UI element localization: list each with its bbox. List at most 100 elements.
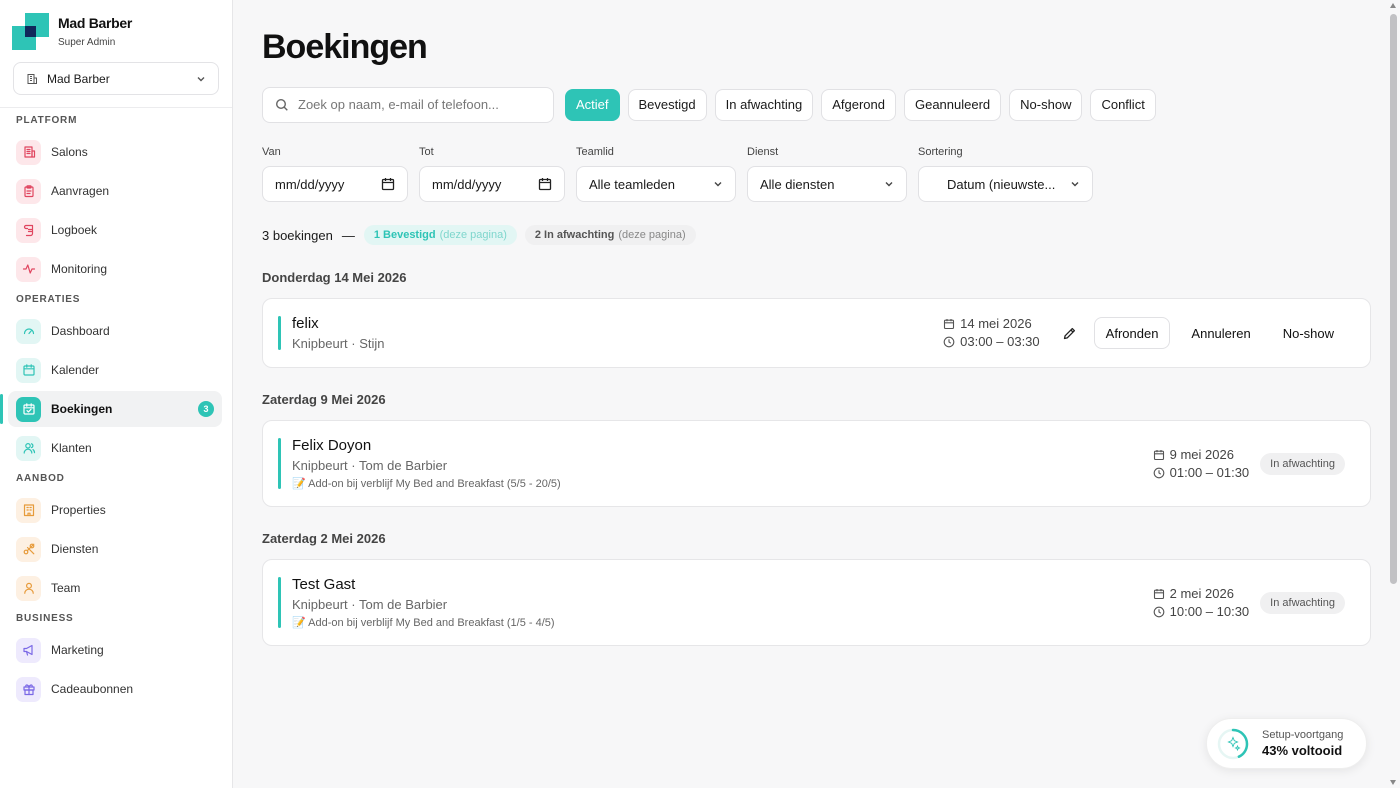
brand-logo <box>12 12 49 50</box>
confirmed-count: 1 Bevestigd <box>373 229 436 241</box>
sidebar-item-klanten[interactable]: Klanten <box>8 430 222 466</box>
booking-note: 📝 Add-on bij verblijf My Bed and Breakfa… <box>292 478 561 490</box>
sidebar-item-label: Marketing <box>51 643 104 657</box>
search-input[interactable] <box>298 97 541 112</box>
clock-icon <box>943 336 955 348</box>
sidebar-item-properties[interactable]: Properties <box>8 492 222 528</box>
salon-selector[interactable]: Mad Barber <box>13 62 219 95</box>
scroll-down-arrow-icon[interactable] <box>1390 780 1396 785</box>
toolbar: ActiefBevestigdIn afwachtingAfgerondGean… <box>262 86 1371 123</box>
scroll-icon <box>16 217 41 243</box>
sidebar-item-label: Logboek <box>51 223 98 237</box>
booking-service: Knipbeurt · Tom de Barbier <box>292 597 448 612</box>
user-icon <box>16 575 41 601</box>
calendar-icon <box>1153 588 1164 599</box>
search-box[interactable] <box>262 86 554 123</box>
date-to-input[interactable]: mm/dd/yyyy <box>419 166 565 202</box>
calendar-icon <box>381 178 395 191</box>
booking-datetime: 9 mei 2026 01:00 – 01:30 <box>1153 446 1250 482</box>
filter-chip-actief[interactable]: Actief <box>565 88 620 121</box>
filter-chip-in-afwachting[interactable]: In afwachting <box>714 88 814 121</box>
filter-teamlid-label: Teamlid <box>576 146 614 158</box>
search-icon <box>275 98 288 111</box>
afronden-button[interactable]: Afronden <box>1093 317 1171 349</box>
pending-pill: 2 In afwachting (deze pagina) <box>524 225 696 245</box>
booking-card[interactable]: felix Knipbeurt · Stijn 14 mei 2026 03:0… <box>262 298 1371 368</box>
sidebar-item-aanvragen[interactable]: Aanvragen <box>8 173 222 209</box>
booking-list: Donderdag 14 Mei 2026 felix Knipbeurt · … <box>262 270 1371 646</box>
booking-card[interactable]: Test Gast Knipbeurt · Tom de Barbier 📝 A… <box>262 559 1371 646</box>
sidebar-item-monitoring[interactable]: Monitoring <box>8 251 222 287</box>
filter-chip-bevestigd[interactable]: Bevestigd <box>627 88 707 121</box>
booking-card[interactable]: Felix Doyon Knipbeurt · Tom de Barbier 📝… <box>262 420 1371 507</box>
booking-note: 📝 Add-on bij verblijf My Bed and Breakfa… <box>292 617 555 629</box>
booking-summary: 3 boekingen — 1 Bevestigd (deze pagina) … <box>262 224 1371 246</box>
brand[interactable]: Mad Barber Super Admin <box>0 0 232 62</box>
sidebar-item-diensten[interactable]: Diensten <box>8 531 222 567</box>
calendar-check-icon <box>16 396 41 422</box>
date-from-input[interactable]: mm/dd/yyyy <box>262 166 408 202</box>
brand-role: Super Admin <box>58 36 116 48</box>
booking-count: 3 boekingen <box>262 227 333 243</box>
building-icon <box>27 73 37 84</box>
booking-customer-name: Test Gast <box>292 576 356 593</box>
edit-booking-button[interactable] <box>1060 323 1080 343</box>
pending-sub: (deze pagina) <box>618 229 686 241</box>
scroll-up-arrow-icon[interactable] <box>1390 3 1396 8</box>
sidebar: Mad Barber Super Admin Mad Barber PLATFO… <box>0 0 233 788</box>
sidebar-divider <box>0 107 232 108</box>
filter-chip-conflict[interactable]: Conflict <box>1090 88 1156 121</box>
salon-selector-value: Mad Barber <box>47 71 110 86</box>
filter-chip-geannuleerd[interactable]: Geannuleerd <box>903 88 1002 121</box>
confirmed-sub: (deze pagina) <box>439 229 507 241</box>
calendar-icon <box>16 357 41 383</box>
booking-time: 10:00 – 10:30 <box>1169 603 1250 619</box>
building-icon <box>16 139 41 165</box>
sidebar-section-aanbod: AANBOD <box>16 473 65 484</box>
confirmed-pill: 1 Bevestigd (deze pagina) <box>363 225 517 245</box>
sidebar-item-label: Team <box>51 581 81 595</box>
sidebar-item-marketing[interactable]: Marketing <box>8 632 222 668</box>
team-member-select[interactable]: Alle teamleden <box>576 166 736 202</box>
filter-teamlid: Teamlid Alle teamleden <box>576 146 736 202</box>
chevron-down-icon <box>1071 182 1079 187</box>
sidebar-item-label: Boekingen <box>51 402 113 416</box>
sidebar-item-salons[interactable]: Salons <box>8 134 222 170</box>
filter-dienst-label: Dienst <box>747 146 779 158</box>
status-badge: In afwachting <box>1260 591 1345 614</box>
no-show-button[interactable]: No-show <box>1272 317 1345 349</box>
brand-name: Mad Barber <box>58 14 133 31</box>
sidebar-section-platform: PLATFORM <box>16 115 78 126</box>
page-scrollbar[interactable] <box>1387 0 1400 788</box>
booking-date: 14 mei 2026 <box>960 316 1032 331</box>
sort-select[interactable]: Datum (nieuwste... <box>918 166 1093 202</box>
sidebar-item-label: Properties <box>51 503 106 517</box>
sidebar-item-logboek[interactable]: Logboek <box>8 212 222 248</box>
booking-time: 01:00 – 01:30 <box>1169 464 1250 480</box>
booking-datetime: 14 mei 2026 03:00 – 03:30 <box>943 315 1040 351</box>
sidebar-item-kalender[interactable]: Kalender <box>8 352 222 388</box>
sidebar-item-label: Cadeaubonnen <box>51 682 134 696</box>
setup-progress-value: 43% voltooid <box>1262 743 1343 758</box>
setup-progress-widget[interactable]: Setup-voortgang 43% voltooid <box>1206 718 1367 769</box>
filter-chip-afgerond[interactable]: Afgerond <box>821 88 896 121</box>
scrollbar-thumb[interactable] <box>1390 14 1397 584</box>
calendar-icon <box>944 319 955 330</box>
sidebar-item-cadeaubonnen[interactable]: Cadeaubonnen <box>8 671 222 707</box>
sidebar-section-operaties: OPERATIES <box>16 294 81 305</box>
sidebar-item-dashboard[interactable]: Dashboard <box>8 313 222 349</box>
sidebar-item-boekingen[interactable]: Boekingen 3 <box>0 391 222 427</box>
filter-chip-no-show[interactable]: No-show <box>1009 88 1083 121</box>
service-select[interactable]: Alle diensten <box>747 166 907 202</box>
sidebar-item-team[interactable]: Team <box>8 570 222 606</box>
filter-dienst: Dienst Alle diensten <box>747 146 907 202</box>
day-heading: Donderdag 14 Mei 2026 <box>262 270 407 285</box>
clipboard-icon <box>16 178 41 204</box>
booking-service: Knipbeurt · Stijn <box>292 336 385 351</box>
booking-customer-name: Felix Doyon <box>292 437 372 454</box>
annuleren-button[interactable]: Annuleren <box>1180 317 1261 349</box>
date-to-value: mm/dd/yyyy <box>432 176 502 192</box>
megaphone-icon <box>16 637 41 663</box>
sidebar-item-label: Aanvragen <box>51 184 110 198</box>
sidebar-nav: PLATFORM Salons Aanvragen Logboek Monito… <box>0 115 232 707</box>
